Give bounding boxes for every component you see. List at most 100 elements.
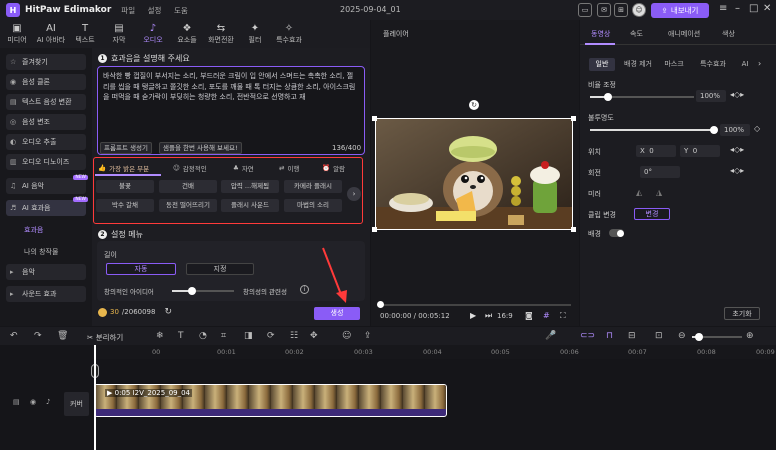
skip-end-icon[interactable]: ⏭ bbox=[485, 311, 492, 321]
opacity-slider[interactable] bbox=[590, 129, 714, 131]
freeze-icon[interactable]: ❄ bbox=[156, 331, 164, 341]
generate-button[interactable]: 생성 bbox=[314, 307, 360, 320]
track-visible-icon[interactable]: ◉ bbox=[30, 398, 36, 406]
tab-alarm[interactable]: ⏰ 알람 bbox=[322, 163, 345, 173]
tool-audio[interactable]: ♪ 오디오 bbox=[136, 20, 170, 48]
scale-slider-knob[interactable] bbox=[604, 93, 612, 101]
export-frame-icon[interactable]: ⇪ bbox=[364, 331, 372, 341]
tool-filter[interactable]: ✦ 필터 bbox=[238, 20, 272, 48]
sidebar-item-tts[interactable]: ▤ 텍스트 음성 변환 bbox=[6, 94, 86, 110]
tool-text[interactable]: T 텍스트 bbox=[68, 20, 102, 48]
gift-icon[interactable]: ⊞ bbox=[614, 3, 628, 17]
sidebar-item-voice-clone[interactable]: ◉ 음성 클론 bbox=[6, 74, 86, 90]
flip-vertical-icon[interactable]: ◮ bbox=[656, 188, 662, 197]
opacity-slider-knob[interactable] bbox=[710, 126, 718, 134]
chip-applause[interactable]: 박수 갈채 bbox=[96, 199, 154, 212]
creativity-slider-knob[interactable] bbox=[188, 287, 196, 295]
snap-icon[interactable]: ⊟ bbox=[628, 331, 636, 341]
sidebar-item-sound-effects[interactable]: ▸ 사운드 효과 bbox=[6, 286, 86, 302]
sidebar-item-voice-changer[interactable]: ◎ 음성 변조 bbox=[6, 114, 86, 130]
undo-icon[interactable]: ↶ bbox=[10, 331, 18, 341]
grid-icon[interactable]: # bbox=[543, 311, 550, 320]
fullscreen-icon[interactable]: ⛶ bbox=[560, 311, 566, 321]
replace-button[interactable]: 변경 bbox=[634, 208, 670, 220]
link-icon[interactable]: ⊂⊃ bbox=[580, 331, 595, 341]
avatar-icon[interactable]: ☺ bbox=[632, 3, 646, 17]
playhead[interactable] bbox=[94, 345, 96, 450]
subtab-ai[interactable]: AI bbox=[738, 58, 752, 71]
stabilize-icon[interactable]: ☷ bbox=[290, 331, 298, 341]
length-auto[interactable]: 자동 bbox=[106, 263, 176, 275]
minimize-icon[interactable]: – bbox=[735, 3, 740, 14]
camera-icon[interactable]: ◙ bbox=[525, 311, 533, 320]
position-x[interactable]: X 0 bbox=[636, 145, 676, 157]
track-audio-icon[interactable]: ♪ bbox=[46, 398, 50, 406]
menu-file[interactable]: 파일 bbox=[121, 6, 135, 15]
resize-handle[interactable] bbox=[571, 227, 576, 232]
tool-transition[interactable]: ⇆ 화면전환 bbox=[204, 20, 238, 48]
subtab-bg-remove[interactable]: 배경 제거 bbox=[619, 58, 657, 71]
sidebar-item-ai-sfx[interactable]: ♬ AI 효과음 NEW bbox=[6, 197, 88, 216]
tab-video[interactable]: 동영상 bbox=[591, 29, 610, 39]
tool-media[interactable]: ▣ 미디어 bbox=[0, 20, 34, 48]
keyframe-icon[interactable]: ◂◇▸ bbox=[730, 145, 744, 154]
subtab-effects[interactable]: 특수효과 bbox=[694, 58, 732, 71]
chip-coin-drop[interactable]: 동전 떨어뜨리기 bbox=[159, 199, 217, 212]
subtab-mask[interactable]: 마스크 bbox=[661, 58, 687, 71]
keyframe-icon[interactable]: ◇ bbox=[754, 124, 760, 133]
rotate-value[interactable]: 0° bbox=[640, 166, 680, 178]
cover-button[interactable]: 커버 bbox=[64, 392, 89, 416]
sidebar-item-favorites[interactable]: ☆ 즐겨찾기 bbox=[6, 54, 86, 70]
delete-icon[interactable]: 🗑 bbox=[57, 331, 68, 341]
tab-emotional[interactable]: ☺ 감정적인 bbox=[173, 163, 207, 173]
export-button[interactable]: ⇪ 내보내기 bbox=[651, 3, 709, 18]
mirror-icon[interactable]: ◨ bbox=[244, 331, 253, 341]
close-icon[interactable]: ✕ bbox=[763, 3, 771, 14]
ratio-select[interactable]: 16:9 bbox=[497, 312, 513, 320]
chip-camera-flash[interactable]: 카메라 플래시 bbox=[284, 180, 342, 193]
speed-icon[interactable]: ◔ bbox=[199, 331, 207, 341]
sidebar-item-ai-music[interactable]: ♫ AI 음악 NEW bbox=[6, 175, 88, 194]
maximize-icon[interactable]: □ bbox=[749, 3, 758, 14]
keyframe-icon[interactable]: ◂◇▸ bbox=[730, 166, 744, 175]
resize-handle[interactable] bbox=[372, 116, 377, 121]
scale-value[interactable]: 100% bbox=[696, 90, 726, 102]
player-progress-knob[interactable] bbox=[377, 301, 384, 308]
tab-transition[interactable]: ⇄ 이행 bbox=[279, 163, 299, 173]
sidebar-item-music[interactable]: ▸ 음악 bbox=[6, 264, 86, 280]
tab-color[interactable]: 색상 bbox=[722, 29, 735, 39]
menu-settings[interactable]: 설정 bbox=[148, 6, 162, 15]
rotate-icon[interactable]: ⟳ bbox=[267, 331, 275, 341]
reset-button[interactable]: 초기화 bbox=[724, 307, 760, 320]
player-progress[interactable] bbox=[381, 304, 571, 306]
sidebar-item-denoise[interactable]: ▥ 오디오 디노이즈 bbox=[6, 154, 86, 170]
tab-nature[interactable]: ♣ 자연 bbox=[233, 163, 254, 173]
prompt-generator-button[interactable]: 프롬프트 생성기 bbox=[100, 142, 152, 154]
resize-handle[interactable] bbox=[571, 116, 576, 121]
info-icon[interactable]: i bbox=[300, 285, 309, 294]
play-icon[interactable]: ▶ bbox=[470, 311, 476, 320]
chip-flash-sound[interactable]: 플래시 사운드 bbox=[221, 199, 279, 212]
tool-subtitle[interactable]: ▤ 자막 bbox=[102, 20, 136, 48]
flip-horizontal-icon[interactable]: ◭ bbox=[636, 188, 642, 197]
split-button[interactable]: ✂ 분리하기 bbox=[87, 332, 123, 343]
chip-cheers[interactable]: 건배 bbox=[159, 180, 217, 193]
magnet-icon[interactable]: ⊓ bbox=[606, 331, 613, 341]
chevron-right-icon[interactable]: › bbox=[347, 187, 361, 201]
crop-icon[interactable]: ⌗ bbox=[221, 331, 226, 341]
resize-handle[interactable] bbox=[372, 227, 377, 232]
tool-effects[interactable]: ✧ 특수효과 bbox=[272, 20, 306, 48]
move-icon[interactable]: ✥ bbox=[310, 331, 318, 341]
zoom-in-icon[interactable]: ⊕ bbox=[746, 331, 754, 341]
chip-fireworks[interactable]: 불꽃 bbox=[96, 180, 154, 193]
sidebar-sub-sfx[interactable]: 효과음 bbox=[24, 225, 43, 235]
zoom-slider-knob[interactable] bbox=[695, 333, 703, 341]
mail-icon[interactable]: ✉ bbox=[597, 3, 611, 17]
zoom-fit-icon[interactable]: ⊡ bbox=[655, 331, 663, 341]
menu-icon[interactable]: ≡ bbox=[719, 3, 727, 14]
video-clip[interactable]: ▶ 0:05 I2V_2025_09_04 bbox=[94, 384, 447, 417]
chip-magic-sound[interactable]: 마법의 소리 bbox=[284, 199, 342, 212]
screen-icon[interactable]: ▭ bbox=[578, 3, 592, 17]
tab-animation[interactable]: 애니메이션 bbox=[668, 29, 700, 39]
creativity-slider[interactable] bbox=[172, 290, 234, 292]
